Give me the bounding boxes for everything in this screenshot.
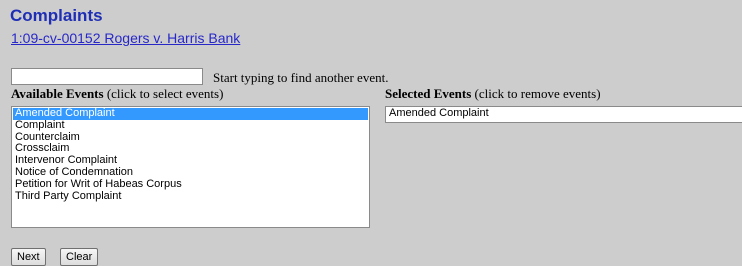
available-event-item[interactable]: Third Party Complaint: [13, 190, 368, 203]
search-hint: Start typing to find another event.: [213, 70, 389, 85]
selected-events-label-bold: Selected Events: [385, 86, 472, 101]
available-event-item[interactable]: Complaint: [13, 119, 368, 132]
page-title: Complaints: [10, 6, 103, 25]
case-link[interactable]: 1:09-cv-00152 Rogers v. Harris Bank: [11, 29, 240, 47]
next-button[interactable]: Next: [11, 248, 46, 266]
available-event-item[interactable]: Petition for Writ of Habeas Corpus: [13, 178, 368, 191]
selected-events-label: Selected Events (click to remove events): [385, 86, 601, 101]
selected-events-label-note: (click to remove events): [471, 86, 601, 101]
available-events-label: Available Events (click to select events…: [11, 86, 223, 101]
available-event-item[interactable]: Amended Complaint: [13, 107, 368, 120]
available-event-item[interactable]: Notice of Condemnation: [13, 166, 368, 179]
available-events-list[interactable]: Amended Complaint Complaint Counterclaim…: [11, 106, 370, 228]
available-events-label-bold: Available Events: [11, 86, 104, 101]
selected-event-item[interactable]: Amended Complaint: [387, 107, 741, 120]
event-search-input[interactable]: [11, 68, 203, 85]
clear-button[interactable]: Clear: [60, 248, 99, 266]
selected-events-list[interactable]: Amended Complaint: [385, 106, 742, 123]
available-events-label-note: (click to select events): [103, 86, 224, 101]
